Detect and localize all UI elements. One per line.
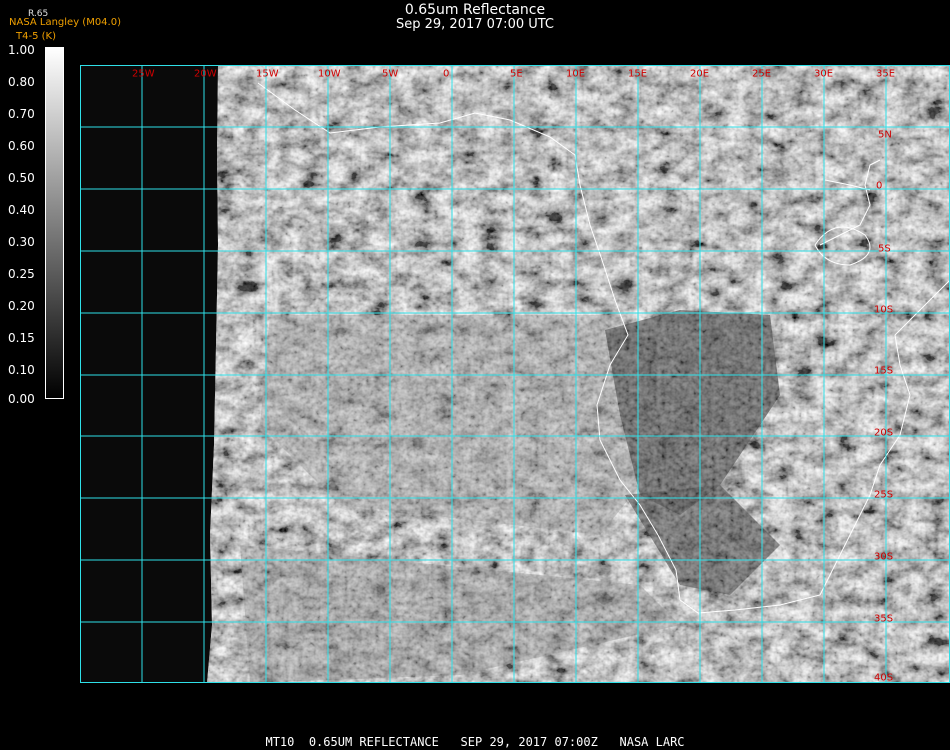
colorbar-label: 0.25 [8, 267, 35, 281]
colorbar-label: 0.50 [8, 171, 35, 185]
longitude-label: 10W [318, 68, 341, 79]
longitude-label: 35E [876, 68, 895, 79]
latitude-label: 5S [878, 243, 891, 254]
latitude-label: 10S [874, 304, 893, 315]
latitude-label: 35S [874, 613, 893, 624]
latitude-label: 0 [876, 180, 882, 191]
image-timestamp: Sep 29, 2017 07:00 UTC [395, 17, 555, 32]
longitude-label: 25E [752, 68, 771, 79]
longitude-label: 15E [628, 68, 647, 79]
colorbar-label: 0.80 [8, 75, 35, 89]
colorbar-label: 0.15 [8, 331, 35, 345]
colorbar: 1.00 0.80 0.70 0.60 0.50 0.40 0.30 0.25 … [0, 0, 80, 420]
latitude-label: 15S [874, 365, 893, 376]
latitude-label: 30S [874, 551, 893, 562]
longitude-label: 5E [510, 68, 523, 79]
latitude-label: 5N [878, 129, 892, 140]
longitude-label: 0 [443, 68, 449, 79]
latitude-label: 20S [874, 427, 893, 438]
image-title: 0.65um Reflectance [404, 2, 546, 18]
longitude-label: 5W [382, 68, 398, 79]
colorbar-ramp [45, 47, 64, 399]
colorbar-label: 0.60 [8, 139, 35, 153]
colorbar-label: 0.40 [8, 203, 35, 217]
colorbar-label: 0.00 [8, 392, 35, 406]
longitude-label: 20W [194, 68, 217, 79]
colorbar-label: 0.70 [8, 107, 35, 121]
colorbar-label: 0.10 [8, 363, 35, 377]
longitude-label: 20E [690, 68, 709, 79]
satellite-map: 25W 20W 15W 10W 5W 0 5E 10E 15E 20E 25E … [80, 65, 950, 683]
colorbar-label: 1.00 [8, 43, 35, 57]
colorbar-label: 0.30 [8, 235, 35, 249]
longitude-label: 25W [132, 68, 155, 79]
longitude-label: 30E [814, 68, 833, 79]
latitude-label: 25S [874, 489, 893, 500]
colorbar-label: 0.20 [8, 299, 35, 313]
latitude-label: 40S [874, 672, 893, 683]
footer-caption: MT10 0.65UM REFLECTANCE SEP 29, 2017 07:… [265, 735, 685, 749]
longitude-label: 10E [566, 68, 585, 79]
longitude-label: 15W [256, 68, 279, 79]
